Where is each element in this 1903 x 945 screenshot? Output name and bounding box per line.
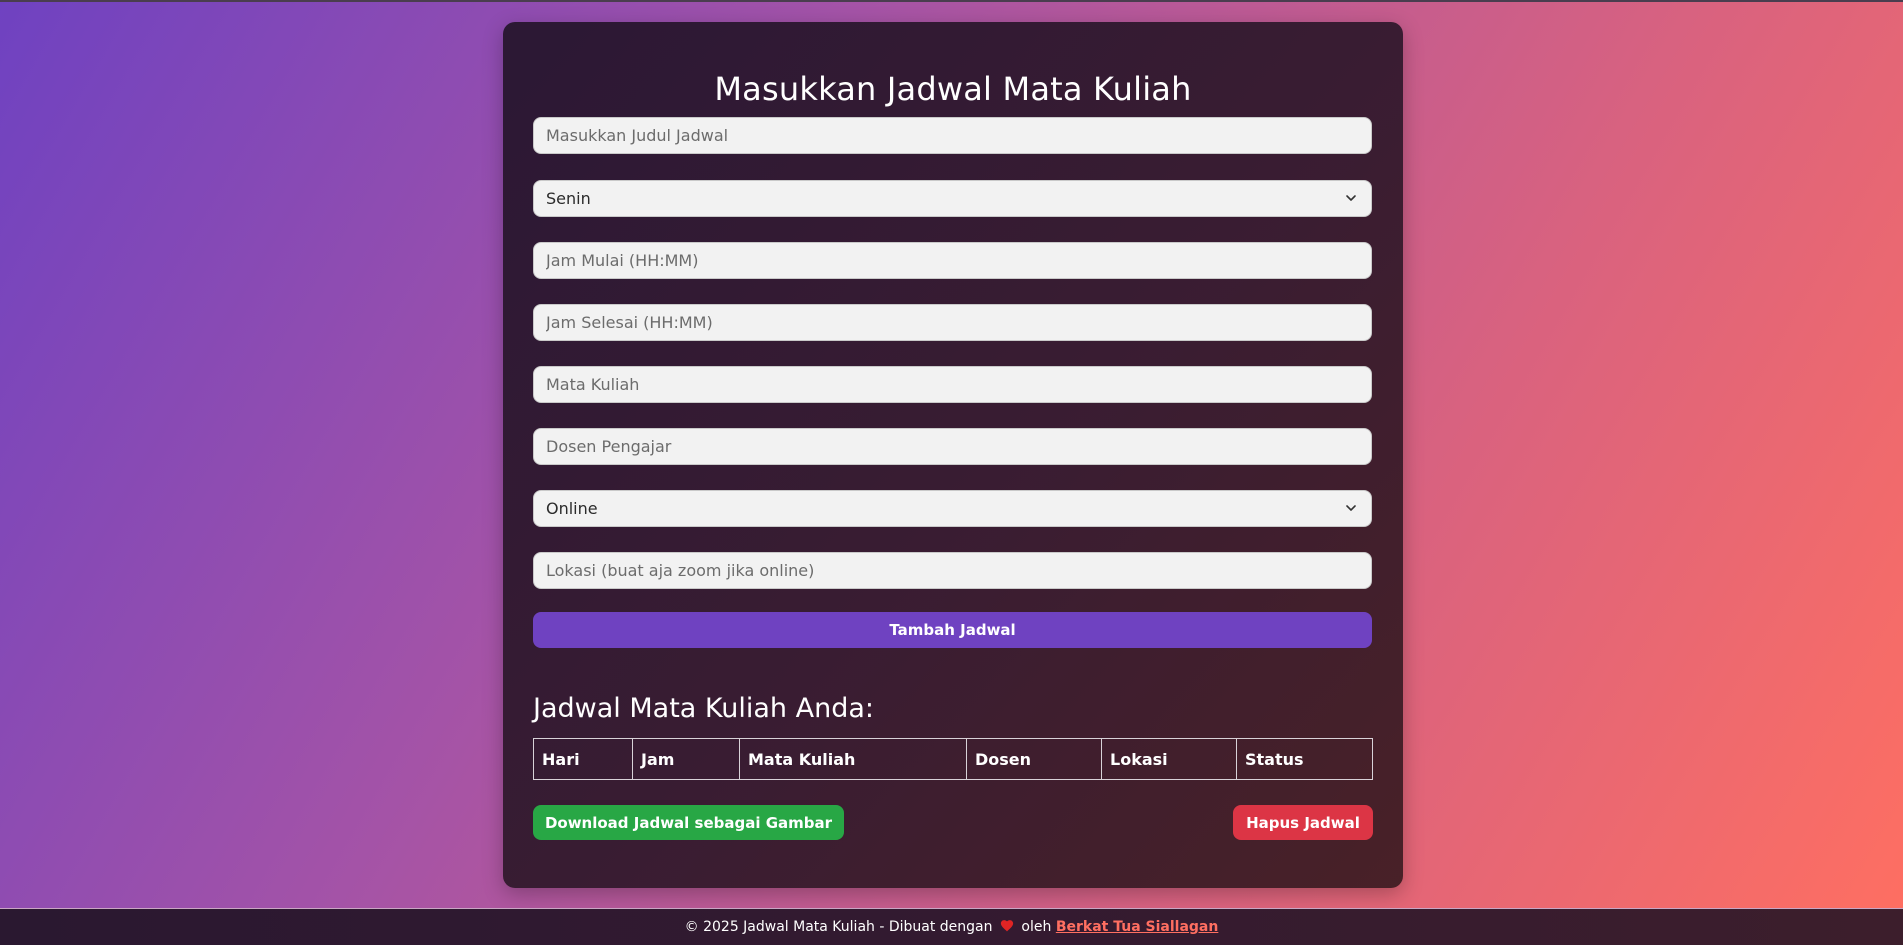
column-header-hari: Hari — [533, 738, 633, 780]
jam-mulai-input[interactable] — [533, 242, 1372, 279]
column-header-lokasi: Lokasi — [1101, 738, 1237, 780]
column-header-mata-kuliah: Mata Kuliah — [739, 738, 967, 780]
column-header-status: Status — [1236, 738, 1373, 780]
window-top-border — [0, 0, 1903, 2]
schedule-table: Hari Jam Mata Kuliah Dosen Lokasi Status — [533, 738, 1373, 780]
schedule-heading: Jadwal Mata Kuliah Anda: — [533, 693, 874, 724]
schedule-header-row: Hari Jam Mata Kuliah Dosen Lokasi Status — [533, 738, 1373, 780]
dosen-pengajar-input[interactable] — [533, 428, 1372, 465]
judul-jadwal-input[interactable] — [533, 117, 1372, 154]
column-header-dosen: Dosen — [966, 738, 1102, 780]
schedule-form-card: Masukkan Jadwal Mata Kuliah Senin Online… — [503, 22, 1403, 888]
form-title: Masukkan Jadwal Mata Kuliah — [714, 70, 1192, 108]
hari-select-value: Senin — [546, 189, 591, 208]
heart-icon — [1000, 920, 1014, 932]
lokasi-input[interactable] — [533, 552, 1372, 589]
jam-selesai-input[interactable] — [533, 304, 1372, 341]
hari-select[interactable]: Senin — [533, 180, 1372, 217]
mode-select[interactable]: Online — [533, 490, 1372, 527]
hapus-jadwal-button[interactable]: Hapus Jadwal — [1233, 805, 1373, 840]
tambah-jadwal-button[interactable]: Tambah Jadwal — [533, 612, 1372, 648]
mata-kuliah-input[interactable] — [533, 366, 1372, 403]
download-image-button[interactable]: Download Jadwal sebagai Gambar — [533, 805, 844, 840]
footer-by-text: oleh — [1021, 919, 1052, 935]
footer-copyright: © 2025 Jadwal Mata Kuliah - Dibuat denga… — [684, 919, 993, 935]
author-link[interactable]: Berkat Tua Siallagan — [1056, 919, 1219, 935]
mode-select-value: Online — [546, 499, 598, 518]
column-header-jam: Jam — [632, 738, 740, 780]
page-footer: © 2025 Jadwal Mata Kuliah - Dibuat denga… — [0, 908, 1903, 945]
chevron-down-icon — [1346, 505, 1356, 511]
chevron-down-icon — [1346, 195, 1356, 201]
